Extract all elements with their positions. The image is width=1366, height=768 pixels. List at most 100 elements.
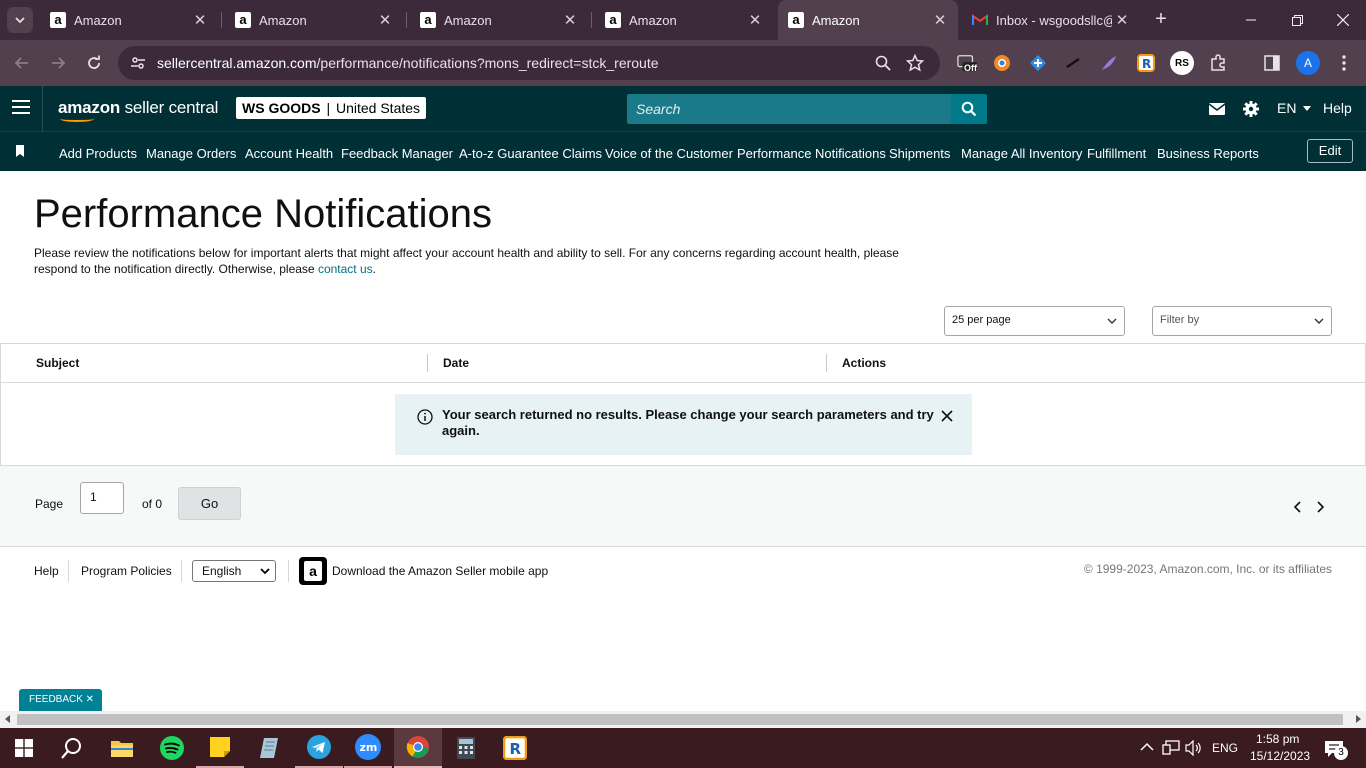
taskbar-search-button[interactable] bbox=[48, 728, 96, 768]
minimize-button[interactable] bbox=[1228, 0, 1274, 40]
forward-button[interactable] bbox=[45, 50, 71, 76]
browser-tab-1[interactable]: a Amazon ✕ bbox=[40, 0, 218, 40]
scrollbar-thumb[interactable] bbox=[17, 714, 1343, 725]
download-app-link[interactable]: Download the Amazon Seller mobile app bbox=[332, 564, 548, 578]
profile-avatar[interactable]: A bbox=[1296, 51, 1320, 75]
calculator-app[interactable] bbox=[442, 728, 490, 768]
nav-fulfillment[interactable]: Fulfillment bbox=[1087, 146, 1146, 161]
site-settings-icon[interactable] bbox=[129, 54, 147, 72]
zoom-app[interactable]: zm bbox=[344, 728, 392, 768]
store-switcher[interactable]: WS GOODS | United States bbox=[236, 97, 427, 119]
reload-button[interactable] bbox=[81, 50, 107, 76]
close-icon[interactable]: ✕ bbox=[560, 10, 580, 30]
gear-icon[interactable] bbox=[1241, 99, 1261, 119]
seller-central-logo[interactable]: amazon seller central bbox=[58, 98, 218, 118]
language-selector[interactable]: EN bbox=[1277, 100, 1312, 116]
browser-tab-6[interactable]: Inbox - wsgoodsllc@ ✕ bbox=[962, 0, 1140, 40]
mail-icon[interactable] bbox=[1207, 99, 1227, 119]
restore-button[interactable] bbox=[1274, 0, 1320, 40]
edit-nav-button[interactable]: Edit bbox=[1307, 139, 1353, 163]
column-date[interactable]: Date bbox=[443, 356, 469, 370]
scroll-left-icon[interactable] bbox=[5, 715, 10, 723]
close-icon[interactable]: ✕ bbox=[190, 10, 210, 30]
chevron-right-icon[interactable] bbox=[1314, 500, 1326, 514]
r-app[interactable]: R bbox=[491, 728, 539, 768]
go-button[interactable]: Go bbox=[178, 487, 241, 520]
close-icon[interactable]: ✕ bbox=[745, 10, 765, 30]
extension-feather-icon[interactable] bbox=[1099, 53, 1119, 73]
new-tab-button[interactable]: + bbox=[1150, 8, 1172, 30]
close-icon[interactable]: ✕ bbox=[930, 10, 950, 30]
notepad-app[interactable] bbox=[245, 728, 293, 768]
scroll-right-icon[interactable] bbox=[1356, 715, 1361, 723]
address-bar[interactable]: sellercentral.amazon.com/performance/not… bbox=[118, 46, 940, 80]
nav-manage-all-inventory[interactable]: Manage All Inventory bbox=[961, 146, 1082, 161]
file-explorer-app[interactable] bbox=[98, 728, 146, 768]
speaker-icon[interactable] bbox=[1185, 740, 1203, 756]
chrome-app[interactable] bbox=[394, 728, 442, 768]
header-search-input[interactable]: Search bbox=[627, 94, 951, 124]
chevron-left-icon[interactable] bbox=[1292, 500, 1304, 514]
help-link[interactable]: Help bbox=[1323, 100, 1352, 116]
browser-tab-5-active[interactable]: a Amazon ✕ bbox=[778, 0, 958, 40]
close-icon[interactable]: ✕ bbox=[375, 10, 395, 30]
column-subject[interactable]: Subject bbox=[36, 356, 79, 370]
nav-shipments[interactable]: Shipments bbox=[889, 146, 950, 161]
zoom-icon[interactable] bbox=[874, 54, 892, 72]
page-label: Page bbox=[35, 497, 64, 511]
spotify-app[interactable] bbox=[148, 728, 196, 768]
bookmark-icon[interactable] bbox=[15, 145, 25, 157]
close-window-button[interactable] bbox=[1320, 0, 1366, 40]
nav-add-products[interactable]: Add Products bbox=[59, 146, 137, 161]
extension-dark-icon[interactable] bbox=[1063, 53, 1083, 73]
browser-tab-2[interactable]: a Amazon ✕ bbox=[225, 0, 403, 40]
footer-divider bbox=[288, 560, 289, 582]
extension-blue-icon[interactable] bbox=[1028, 53, 1048, 73]
tab-search-button[interactable] bbox=[7, 7, 33, 33]
feedback-button[interactable]: FEEDBACK ✕ bbox=[19, 689, 102, 711]
page-number-input[interactable]: 1 bbox=[80, 482, 124, 514]
nav-voice-of-customer[interactable]: Voice of the Customer bbox=[605, 146, 733, 161]
horizontal-scrollbar[interactable] bbox=[0, 711, 1366, 728]
r-app-icon: R bbox=[503, 736, 527, 760]
extension-r-icon[interactable]: R bbox=[1136, 53, 1156, 73]
kebab-menu-icon[interactable] bbox=[1334, 53, 1354, 73]
nav-a-to-z-claims[interactable]: A-to-z Guarantee Claims bbox=[459, 146, 602, 161]
close-icon[interactable]: ✕ bbox=[1112, 10, 1132, 30]
footer-help-link[interactable]: Help bbox=[34, 564, 59, 578]
nav-account-health[interactable]: Account Health bbox=[245, 146, 333, 161]
browser-tab-3[interactable]: a Amazon ✕ bbox=[410, 0, 588, 40]
sticky-notes-app[interactable] bbox=[196, 728, 244, 768]
bookmark-star-icon[interactable] bbox=[906, 54, 924, 72]
network-icon[interactable] bbox=[1162, 740, 1180, 756]
telegram-app[interactable] bbox=[295, 728, 343, 768]
back-button[interactable] bbox=[9, 50, 35, 76]
clock-time[interactable]: 1:58 pm bbox=[1256, 732, 1299, 746]
hamburger-menu-icon[interactable] bbox=[12, 100, 30, 116]
nav-performance-notifications[interactable]: Performance Notifications bbox=[737, 146, 886, 161]
extension-orange-icon[interactable] bbox=[992, 53, 1012, 73]
input-language[interactable]: ENG bbox=[1212, 741, 1238, 755]
close-icon[interactable] bbox=[940, 409, 954, 423]
page-total: of 0 bbox=[142, 497, 163, 511]
nav-feedback-manager[interactable]: Feedback Manager bbox=[341, 146, 453, 161]
footer-language-select[interactable]: English bbox=[192, 560, 276, 582]
nav-business-reports[interactable]: Business Reports bbox=[1157, 146, 1259, 161]
clock-date[interactable]: 15/12/2023 bbox=[1250, 749, 1310, 763]
contact-us-link[interactable]: contact us bbox=[318, 262, 373, 276]
chevron-down-icon bbox=[1107, 318, 1117, 324]
filter-by-select[interactable]: Filter by bbox=[1152, 306, 1332, 336]
nav-manage-orders[interactable]: Manage Orders bbox=[146, 146, 236, 161]
search-button[interactable] bbox=[951, 94, 987, 124]
amazon-seller-app-icon[interactable]: a bbox=[299, 557, 327, 585]
side-panel-icon[interactable] bbox=[1262, 53, 1282, 73]
start-button[interactable] bbox=[0, 728, 48, 768]
extensions-puzzle-icon[interactable] bbox=[1208, 53, 1228, 73]
extension-rs-icon[interactable]: RS bbox=[1170, 51, 1194, 75]
amazon-favicon-icon: a bbox=[605, 12, 621, 28]
extension-off-icon[interactable]: Off bbox=[957, 53, 977, 73]
chevron-up-icon[interactable] bbox=[1140, 742, 1154, 752]
browser-tab-4[interactable]: a Amazon ✕ bbox=[595, 0, 773, 40]
program-policies-link[interactable]: Program Policies bbox=[81, 564, 172, 578]
per-page-select[interactable]: 25 per page bbox=[944, 306, 1125, 336]
